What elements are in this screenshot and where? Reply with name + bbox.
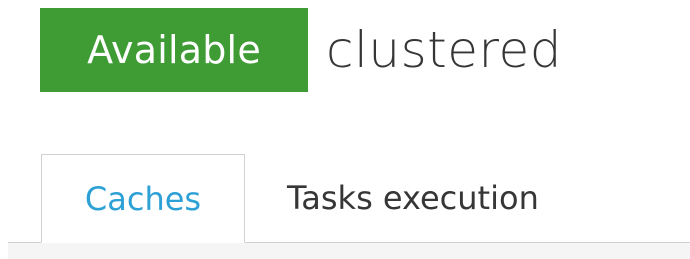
cluster-header: Available clustered (40, 8, 562, 92)
cluster-name-title: clustered (326, 21, 562, 79)
tab-content-area (8, 243, 690, 259)
page: Available clustered Caches Tasks executi… (0, 0, 690, 259)
tab-caches[interactable]: Caches (41, 154, 245, 243)
tab-tasks-execution[interactable]: Tasks execution (287, 154, 539, 242)
tab-bar: Caches Tasks execution (8, 154, 690, 243)
status-badge: Available (40, 8, 308, 92)
